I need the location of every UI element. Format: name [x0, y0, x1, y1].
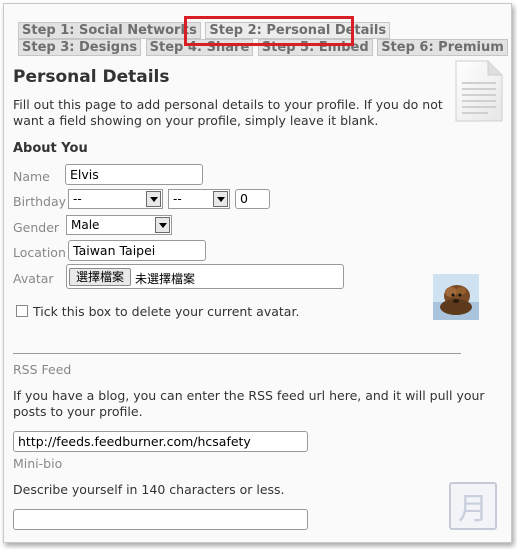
mini-bio-input[interactable] — [13, 509, 308, 530]
name-input[interactable]: Elvis — [65, 164, 203, 185]
birthday-month-select[interactable]: -- — [68, 189, 163, 209]
active-tab-highlight — [184, 16, 354, 46]
birthday-year-input[interactable]: 0 — [235, 189, 270, 209]
tab-social-networks[interactable]: Step 1: Social Networks — [18, 22, 201, 39]
calendar-icon-glyph: 月 — [458, 492, 488, 527]
divider — [13, 353, 461, 354]
name-label: Name — [13, 169, 50, 184]
delete-avatar-label: Tick this box to delete your current ava… — [33, 304, 300, 319]
page-title: Personal Details — [13, 67, 170, 87]
choose-file-button[interactable]: 選擇檔案 — [69, 268, 131, 286]
birthday-day-select[interactable]: -- — [168, 189, 230, 209]
intro-text: Fill out this page to add personal detai… — [13, 97, 443, 128]
mini-bio-heading: Mini-bio — [13, 456, 63, 471]
rss-feed-heading: RSS Feed — [13, 362, 72, 377]
rss-description: If you have a blog, you can enter the RS… — [13, 388, 485, 419]
avatar-label: Avatar — [13, 271, 54, 286]
tab-premium[interactable]: Step 6: Premium — [377, 39, 508, 56]
gender-label: Gender — [13, 220, 60, 235]
chevron-down-icon[interactable] — [155, 217, 170, 233]
profile-settings-panel: Step 1: Social Networks Step 2: Personal… — [3, 3, 512, 543]
gender-select[interactable]: Male — [66, 215, 172, 235]
chevron-down-icon[interactable] — [146, 191, 161, 207]
avatar — [433, 274, 479, 324]
tab-designs[interactable]: Step 3: Designs — [18, 39, 142, 56]
document-icon — [450, 59, 506, 129]
about-you-heading: About You — [13, 141, 88, 156]
rss-url-input[interactable]: http://feeds.feedburner.com/hcsafety — [13, 431, 308, 452]
delete-avatar-checkbox[interactable] — [16, 305, 28, 317]
mini-bio-description: Describe yourself in 140 characters or l… — [13, 482, 285, 497]
birthday-month-value: -- — [73, 192, 82, 206]
birthday-day-value: -- — [173, 192, 182, 206]
location-input[interactable]: Taiwan Taipei — [68, 240, 206, 261]
calendar-icon: 月 — [449, 482, 497, 530]
chevron-down-icon[interactable] — [213, 191, 228, 207]
gender-value: Male — [71, 218, 100, 232]
birthday-label: Birthday — [13, 194, 67, 209]
location-label: Location — [13, 245, 66, 260]
file-status-text: 未選擇檔案 — [135, 272, 196, 286]
